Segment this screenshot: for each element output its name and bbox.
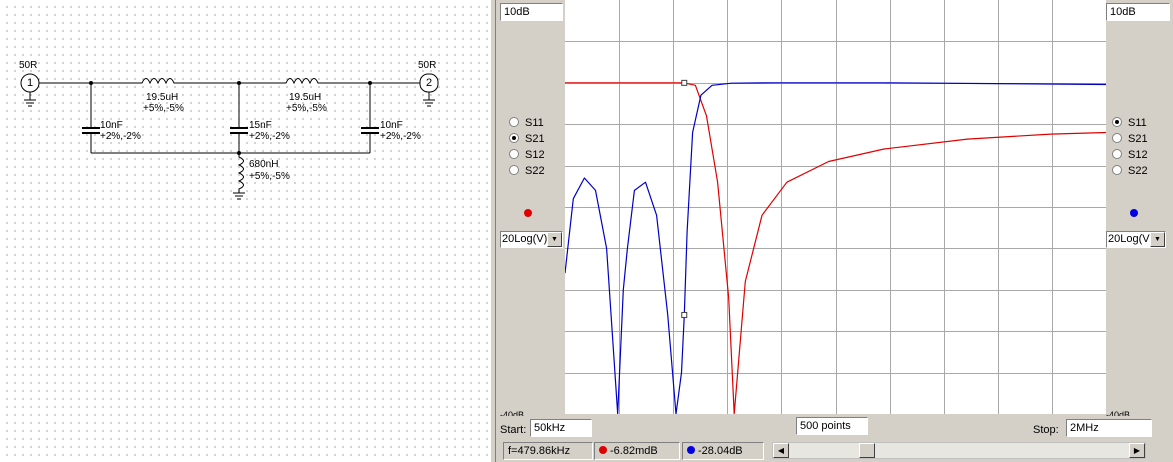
left-trace-color-dot[interactable]	[524, 209, 532, 217]
right-radio-s11-indicator	[1112, 117, 1122, 127]
blue-marker-dot	[687, 446, 695, 454]
port2-number: 2	[426, 77, 433, 89]
c2-tolerance: +2%,-2%	[249, 131, 290, 142]
left-radio-s22[interactable]: S22	[509, 164, 545, 178]
sparam-plot[interactable]	[564, 0, 1107, 415]
stop-frequency-field[interactable]: 2MHz	[1066, 419, 1152, 437]
l3-value: 680nH	[249, 159, 279, 170]
status-blue-value: -28.04dB	[682, 442, 764, 460]
schematic-canvas[interactable]: 50R 1 50R 2 19.5uH +5%,-5% 19.5uH +5%,-5…	[0, 0, 490, 462]
plot-svg	[564, 0, 1107, 415]
right-radio-s11-label: S11	[1128, 117, 1147, 129]
left-radio-s21-indicator	[509, 133, 519, 143]
inductor-l1-symbol	[134, 78, 184, 85]
left-format-value: 20Log(V)	[502, 233, 548, 245]
right-radio-s12-indicator	[1112, 149, 1122, 159]
red-marker-dot	[599, 446, 607, 454]
l1-tolerance: +5%,-5%	[143, 103, 184, 114]
right-scale-field[interactable]: 10dB	[1106, 3, 1170, 21]
right-trace-color-dot[interactable]	[1130, 209, 1138, 217]
scroll-thumb[interactable]	[859, 443, 875, 458]
c3-tolerance: +2%,-2%	[380, 131, 421, 142]
right-radio-s11[interactable]: S11	[1112, 116, 1147, 130]
status-frequency: f=479.86kHz	[503, 442, 593, 460]
c3-value: 10nF	[380, 120, 403, 131]
stop-label: Stop:	[1033, 424, 1059, 436]
start-label: Start:	[500, 424, 527, 436]
left-radio-s11[interactable]: S11	[509, 116, 544, 130]
inductor-l2-symbol	[278, 78, 326, 85]
left-scale-field[interactable]: 10dB	[500, 3, 563, 21]
status-frequency-text: f=479.86kHz	[508, 445, 571, 457]
port1-impedance: 50R	[19, 60, 38, 71]
start-frequency-field[interactable]: 50kHz	[530, 419, 592, 437]
right-radio-s21-label: S21	[1128, 133, 1148, 145]
left-radio-s21[interactable]: S21	[509, 132, 545, 146]
points-field[interactable]: 500 points	[796, 417, 868, 435]
l3-tolerance: +5%,-5%	[249, 171, 290, 182]
port1-number: 1	[27, 77, 34, 89]
port2-impedance: 50R	[418, 60, 437, 71]
right-radio-s21[interactable]: S21	[1112, 132, 1148, 146]
right-radio-s21-indicator	[1112, 133, 1122, 143]
right-format-select[interactable]: 20Log(V) ▼	[1106, 231, 1166, 248]
right-radio-s22-indicator	[1112, 165, 1122, 175]
chevron-down-icon[interactable]: ▼	[547, 232, 562, 247]
l1-value: 19.5uH	[146, 92, 179, 103]
right-bottom-scale-label: -40dB	[1106, 411, 1131, 416]
scroll-left-icon[interactable]: ◀	[773, 443, 789, 458]
left-radio-s11-indicator	[509, 117, 519, 127]
status-red-text: -6.82mdB	[610, 445, 658, 457]
right-format-value: 20Log(V)	[1108, 233, 1154, 245]
marker-s11[interactable]	[681, 311, 688, 318]
left-format-select[interactable]: 20Log(V) ▼	[500, 231, 563, 248]
left-bottom-scale-label: -40dB	[500, 411, 525, 416]
schematic-drawing	[20, 73, 439, 200]
frequency-scrollbar[interactable]: ◀ ▶	[772, 442, 1146, 459]
left-radio-s11-label: S11	[525, 117, 544, 129]
inductor-l3-symbol	[237, 153, 244, 193]
right-radio-s12[interactable]: S12	[1112, 148, 1148, 162]
status-red-value: -6.82mdB	[594, 442, 680, 460]
left-radio-s21-label: S21	[525, 133, 545, 145]
l2-tolerance: +5%,-5%	[286, 103, 327, 114]
c2-value: 15nF	[249, 120, 272, 131]
left-radio-s12[interactable]: S12	[509, 148, 545, 162]
c1-tolerance: +2%,-2%	[100, 131, 141, 142]
scroll-right-icon[interactable]: ▶	[1129, 443, 1145, 458]
right-radio-s22-label: S22	[1128, 165, 1148, 177]
left-radio-s22-label: S22	[525, 165, 545, 177]
left-radio-s22-indicator	[509, 165, 519, 175]
c1-value: 10nF	[100, 120, 123, 131]
left-radio-s12-indicator	[509, 149, 519, 159]
l2-value: 19.5uH	[289, 92, 322, 103]
right-radio-s22[interactable]: S22	[1112, 164, 1148, 178]
status-blue-text: -28.04dB	[698, 445, 743, 457]
right-radio-s12-label: S12	[1128, 149, 1148, 161]
left-radio-s12-label: S12	[525, 149, 545, 161]
marker-s21[interactable]	[681, 79, 688, 86]
chevron-down-icon[interactable]: ▼	[1150, 232, 1165, 247]
